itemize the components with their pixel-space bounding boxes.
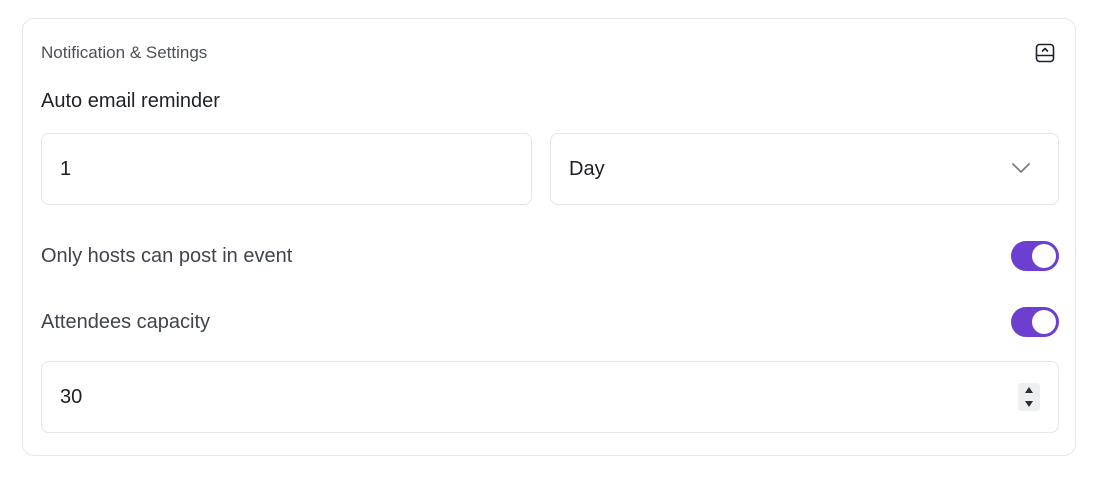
attendees-capacity-input[interactable]	[60, 362, 960, 432]
attendees-capacity-label: Attendees capacity	[41, 311, 210, 333]
toggle-knob	[1032, 310, 1056, 334]
spin-up-button[interactable]	[1018, 383, 1040, 397]
reminder-amount-field	[41, 133, 532, 205]
reminder-amount-input[interactable]	[60, 134, 500, 204]
spin-down-button[interactable]	[1018, 397, 1040, 411]
collapse-panel-icon	[1035, 43, 1055, 63]
notification-settings-panel: Notification & Settings Auto email remin…	[22, 18, 1076, 456]
reminder-unit-select[interactable]: Day	[550, 133, 1059, 205]
collapse-panel-button[interactable]	[1034, 42, 1056, 64]
panel-title: Notification & Settings	[41, 43, 208, 62]
toggle-knob	[1032, 244, 1056, 268]
auto-email-reminder-label: Auto email reminder	[41, 90, 220, 112]
only-hosts-post-label: Only hosts can post in event	[41, 245, 293, 267]
spin-down-icon	[1025, 401, 1033, 407]
only-hosts-post-toggle[interactable]	[1011, 241, 1059, 271]
number-spinner	[1018, 383, 1040, 411]
chevron-down-icon	[1012, 163, 1030, 173]
spin-up-icon	[1025, 387, 1033, 393]
reminder-unit-value: Day	[569, 158, 605, 180]
attendees-capacity-toggle[interactable]	[1011, 307, 1059, 337]
attendees-capacity-field	[41, 361, 1059, 433]
